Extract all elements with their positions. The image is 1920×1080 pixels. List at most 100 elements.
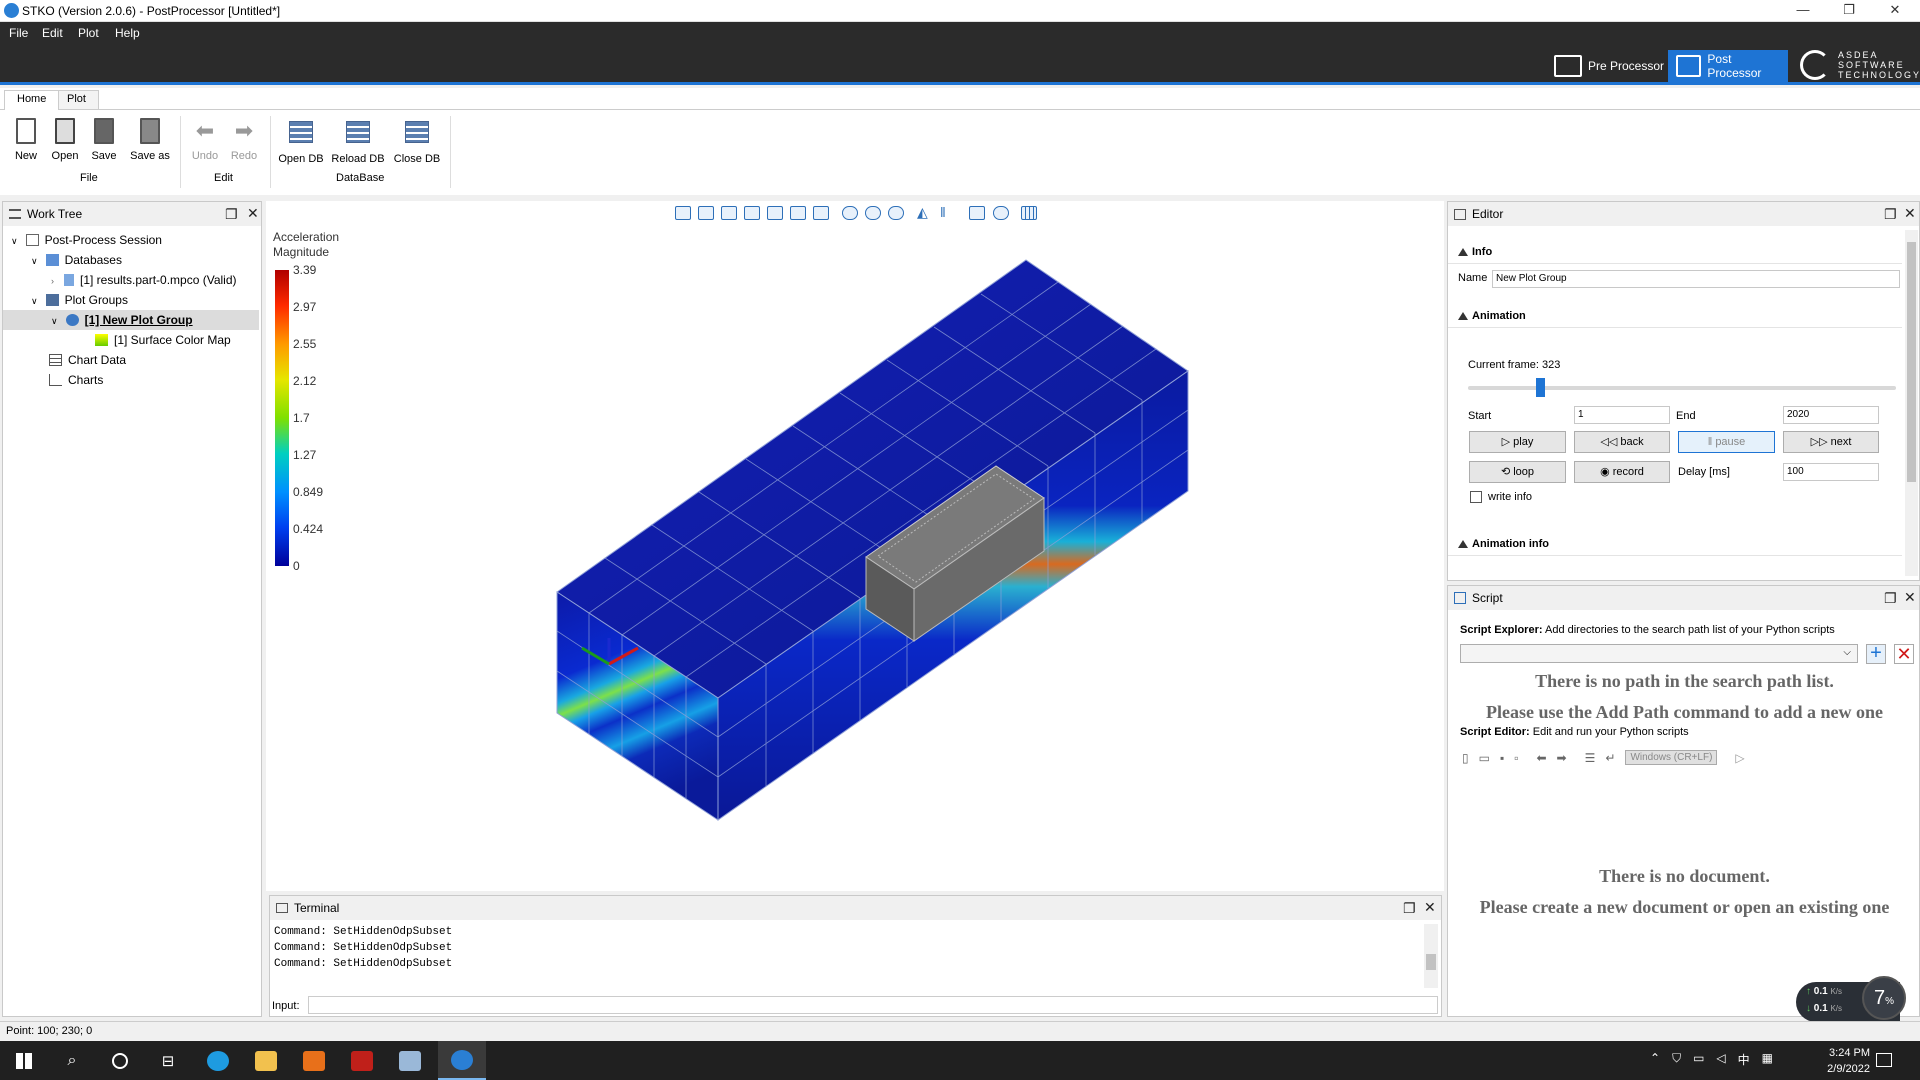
format-icon[interactable]: ☰ [1585, 751, 1596, 765]
pre-processor-button[interactable]: Pre Processor [1546, 50, 1672, 82]
save-as-button[interactable]: Save as [126, 118, 174, 162]
open-db-button[interactable]: Open DB [276, 118, 326, 165]
taskbar-filezilla[interactable] [338, 1041, 386, 1080]
chevron-down-icon[interactable]: ∨ [31, 296, 38, 306]
float-icon[interactable]: ❐ [225, 206, 238, 223]
chevron-up-icon[interactable]: ⌃ [1650, 1051, 1660, 1068]
close-icon[interactable]: ✕ [247, 205, 259, 222]
tree-item-database-file[interactable]: › [1] results.part-0.mpco (Valid) [3, 270, 261, 290]
network-icon[interactable]: ▭ [1693, 1051, 1704, 1068]
chevron-right-icon[interactable]: › [51, 276, 54, 286]
chevron-down-icon[interactable]: ∨ [11, 236, 18, 246]
tab-home[interactable]: Home [4, 90, 60, 110]
close-icon[interactable]: ✕ [1424, 899, 1436, 916]
new-script-icon[interactable]: ▯ [1462, 751, 1469, 765]
save-as-script-icon[interactable]: ▫ [1514, 751, 1518, 765]
line-ending-select[interactable]: Windows (CR+LF) [1625, 750, 1718, 765]
delay-spinbox[interactable]: 100 [1783, 463, 1879, 481]
float-icon[interactable]: ❐ [1884, 206, 1897, 223]
loop-button[interactable]: ⟲ loop [1469, 461, 1566, 483]
terminal-title: Terminal [294, 901, 340, 915]
chevron-down-icon[interactable]: ∨ [51, 316, 58, 326]
save-button[interactable]: Save [82, 118, 126, 162]
new-file-icon [16, 118, 36, 144]
taskbar-notes[interactable] [386, 1041, 434, 1080]
taskbar-edge[interactable] [194, 1041, 242, 1080]
close-db-button[interactable]: Close DB [392, 118, 442, 165]
play-button[interactable]: ▷ play [1469, 431, 1566, 453]
record-button[interactable]: ◉ record [1574, 461, 1670, 483]
command-input[interactable] [308, 996, 1438, 1014]
indent-left-icon[interactable]: ⬅ [1536, 751, 1546, 765]
undo-button[interactable]: ⬅ Undo [183, 118, 227, 162]
tree-item-charts[interactable]: Charts [3, 370, 261, 390]
reload-db-button[interactable]: Reload DB [330, 118, 386, 165]
open-button[interactable]: Open [43, 118, 87, 162]
name-field[interactable]: New Plot Group [1492, 270, 1900, 288]
run-script-icon[interactable]: ▷ [1735, 751, 1744, 765]
next-button[interactable]: ▷▷ next [1783, 431, 1879, 453]
tree-item-surface-color-map[interactable]: [1] Surface Color Map [3, 330, 261, 350]
pause-button[interactable]: ‖ pause [1678, 431, 1775, 453]
editor-icon [1454, 208, 1466, 220]
volume-icon[interactable]: ◁ [1716, 1051, 1725, 1068]
redo-button[interactable]: ➡ Redo [222, 118, 266, 162]
frame-slider-track[interactable] [1468, 386, 1896, 390]
back-icon: ◁◁ [1600, 436, 1621, 448]
minimize-button[interactable]: — [1788, 2, 1818, 20]
tree-item-databases[interactable]: ∨ Databases [3, 250, 261, 270]
taskbar-stko[interactable] [438, 1041, 486, 1080]
indent-right-icon[interactable]: ➡ [1557, 751, 1567, 765]
save-script-icon[interactable]: ▪ [1500, 751, 1504, 765]
tree-item-chart-data[interactable]: Chart Data [3, 350, 261, 370]
shield-icon[interactable]: ⛉ [1672, 1051, 1681, 1068]
wrap-icon[interactable]: ↵ [1605, 751, 1615, 765]
menu-edit[interactable]: Edit [42, 26, 63, 40]
section-info[interactable]: Info [1448, 240, 1902, 264]
editor-scrollbar[interactable] [1905, 230, 1918, 576]
section-animation-info[interactable]: Animation info [1448, 532, 1902, 556]
close-icon[interactable]: ✕ [1904, 205, 1916, 222]
add-path-button[interactable]: + [1866, 643, 1886, 664]
chevron-down-icon[interactable]: ∨ [31, 256, 38, 266]
search-button[interactable]: ⌕ [48, 1041, 96, 1080]
taskbar-explorer[interactable] [242, 1041, 290, 1080]
terminal-scrollbar[interactable] [1424, 924, 1438, 988]
system-tray: ⌃ ⛉ ▭ ◁ 中 ▦ [1650, 1051, 1773, 1068]
script-title: Script [1472, 591, 1503, 605]
open-script-icon[interactable]: ▭ [1479, 751, 1490, 765]
tree-item-plot-groups[interactable]: ∨ Plot Groups [3, 290, 261, 310]
float-icon[interactable]: ❐ [1884, 590, 1897, 607]
start-spinbox[interactable]: 1 [1574, 406, 1670, 424]
tree-item-session[interactable]: ∨ Post-Process Session [3, 230, 261, 250]
frame-slider-handle[interactable] [1536, 378, 1546, 397]
close-button[interactable]: ✕ [1880, 2, 1910, 20]
remove-path-button[interactable]: ✕ [1894, 644, 1914, 664]
float-icon[interactable]: ❐ [1403, 900, 1416, 917]
app-logo-icon [4, 3, 19, 18]
menu-file[interactable]: File [9, 26, 28, 40]
clock[interactable]: 3:24 PM 2/9/2022 [1800, 1045, 1870, 1077]
menu-help[interactable]: Help [115, 26, 140, 40]
keyboard-icon[interactable]: ▦ [1762, 1051, 1773, 1068]
tab-plot[interactable]: Plot [54, 90, 99, 110]
menu-plot[interactable]: Plot [78, 26, 99, 40]
tree-item-new-plot-group[interactable]: ∨ [1] New Plot Group [3, 310, 259, 330]
write-info-checkbox[interactable] [1470, 491, 1482, 503]
new-button[interactable]: New [4, 118, 48, 162]
section-animation[interactable]: Animation [1448, 304, 1902, 328]
ime-indicator[interactable]: 中 [1738, 1051, 1750, 1068]
windows-icon [16, 1052, 32, 1069]
group-file-label: File [80, 172, 98, 184]
back-button[interactable]: ◁◁ back [1574, 431, 1670, 453]
cortana-button[interactable] [96, 1041, 144, 1080]
search-path-combobox[interactable]: ⌵ [1460, 644, 1858, 663]
taskbar-matlab[interactable] [290, 1041, 338, 1080]
close-icon[interactable]: ✕ [1904, 589, 1916, 606]
end-spinbox[interactable]: 2020 [1783, 406, 1879, 424]
task-view-button[interactable]: ⊟ [144, 1041, 192, 1080]
notification-icon[interactable] [1876, 1053, 1892, 1067]
maximize-button[interactable]: ❐ [1834, 2, 1864, 20]
post-processor-button[interactable]: Post Processor [1668, 50, 1788, 82]
start-button[interactable] [0, 1041, 48, 1080]
